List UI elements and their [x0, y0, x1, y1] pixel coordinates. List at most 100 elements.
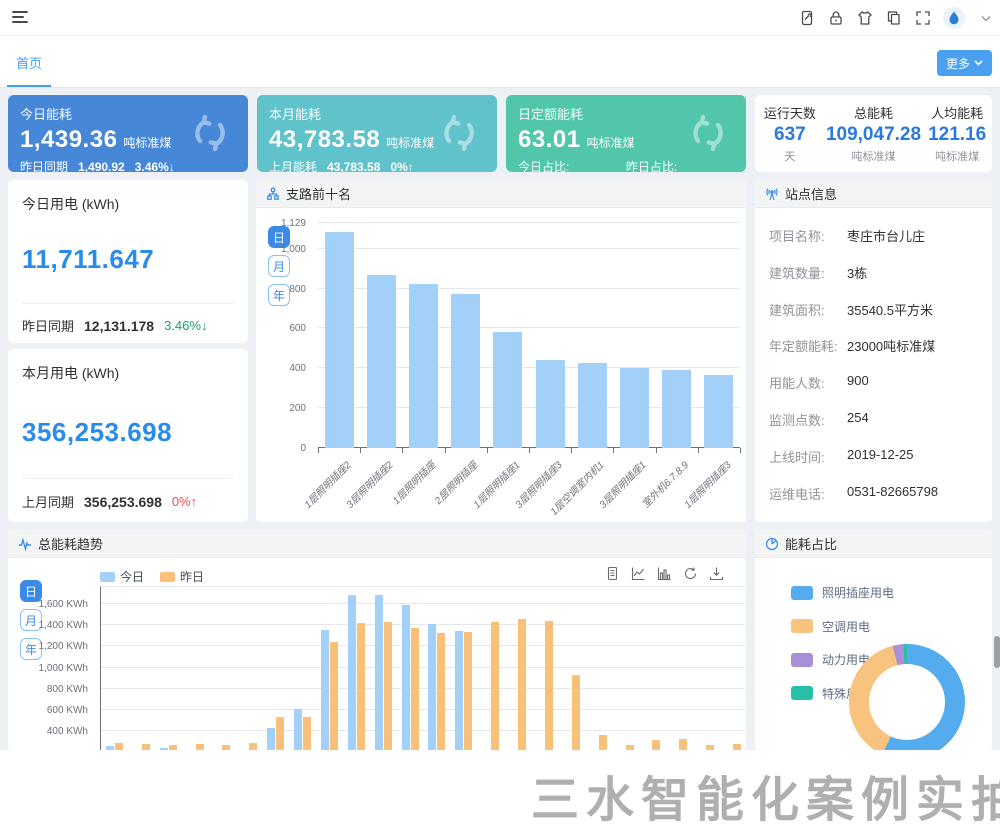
pie-legend-item-空调用电[interactable]: 空调用电: [791, 618, 870, 635]
pie-legend-label: 照明插座用电: [822, 584, 894, 601]
trend-bar-昨日: [572, 675, 580, 750]
pie-panel-header: 能耗占比: [755, 530, 992, 558]
download-icon[interactable]: [709, 566, 724, 581]
tab-home[interactable]: 首页: [16, 37, 42, 87]
x-category-label: 2层照明插座: [430, 457, 480, 507]
y-tick-label: 800 KWh: [47, 684, 88, 695]
avatar[interactable]: [943, 7, 965, 29]
site-row-value: 23000吨标准煤: [847, 336, 935, 355]
stat-per-capita-energy: 人均能耗121.16吨标准煤: [922, 103, 992, 164]
gridline: [101, 709, 745, 710]
branch-bar: [578, 363, 607, 448]
trend-bar-昨日: [518, 619, 526, 750]
data-view-icon[interactable]: [605, 566, 620, 581]
x-category-label: 3层照明插座1: [595, 457, 649, 511]
branch-bar: [325, 232, 354, 448]
gridline: [318, 248, 740, 249]
site-info-row: 项目名称:枣庄市台儿庄: [769, 226, 982, 245]
usage-sub-value: 12,131.178: [84, 318, 154, 334]
kpi-delta: 3.46%↓: [135, 160, 175, 173]
menu-icon[interactable]: [12, 11, 28, 25]
site-info-panel: 站点信息 项目名称:枣庄市台儿庄建筑数量:3栋建筑面积:35540.5平方米年定…: [755, 180, 992, 522]
trend-bar-昨日: [679, 739, 687, 750]
trend-bar-昨日: [626, 745, 634, 750]
branch-bar: [451, 294, 480, 448]
branch-y-axis: 02004006008001,0001,129: [256, 223, 312, 448]
refresh-icon[interactable]: [683, 566, 698, 581]
trend-bar-今日: [348, 595, 356, 750]
more-button[interactable]: 更多: [937, 50, 992, 76]
tabbar: 首页 更多: [0, 37, 1000, 88]
kpi-unit: 吨标准煤: [587, 134, 635, 151]
trend-bar-今日: [294, 709, 302, 750]
trend-bar-昨日: [196, 744, 204, 750]
scrollbar-thumb[interactable]: [994, 636, 1000, 668]
branch-panel-title: 支路前十名: [286, 184, 351, 203]
trend-bar-今日: [375, 595, 383, 750]
topbar-icons: [798, 0, 994, 36]
pie-legend-swatch: [791, 586, 813, 600]
site-row-label: 年定额能耗:: [769, 336, 847, 355]
site-info-row: 建筑数量:3栋: [769, 263, 982, 282]
legend-item-昨日[interactable]: 昨日: [160, 568, 204, 585]
fullscreen-icon[interactable]: [914, 10, 931, 27]
branch-bar: [409, 284, 438, 448]
site-info-row: 用能人数:900: [769, 373, 982, 392]
lock-icon[interactable]: [827, 10, 844, 27]
copy-icon[interactable]: [885, 10, 902, 27]
x-axis-tick: [402, 448, 403, 453]
y-tick-label: 1,400 KWh: [39, 620, 88, 631]
recycle-icon: [435, 109, 483, 157]
x-axis-tick: [318, 448, 319, 453]
usage-value: 356,253.698: [22, 417, 234, 448]
y-tick-label: 600: [289, 323, 306, 334]
trend-chart-plot: [100, 586, 745, 750]
site-info-row: 年定额能耗:23000吨标准煤: [769, 336, 982, 355]
y-tick-label: 1,000: [281, 244, 306, 255]
x-axis-tick: [445, 448, 446, 453]
site-panel-header: 站点信息: [755, 180, 992, 208]
kpi-ratio-today: 今日占比: 2,284.2%: [518, 158, 616, 172]
trend-y-axis: 400 KWh600 KWh800 KWh1,000 KWh1,200 KWh1…: [8, 586, 94, 750]
trend-bar-今日: [455, 631, 463, 750]
pie-legend-swatch: [791, 653, 813, 667]
trend-bar-昨日: [599, 735, 607, 750]
site-row-value: 枣庄市台儿庄: [847, 226, 925, 245]
month-electricity-card: 本月用电 (kWh) 356,253.698 上月同期 356,253.698 …: [8, 349, 248, 522]
energy-trend-panel: 总能耗趋势 今日昨日 日月年 400 KWh600 KWh800 KWh1,00…: [8, 530, 746, 750]
dashboard-content: 今日能耗 1,439.36吨标准煤 昨日同期1,490.923.46%↓ 本月能…: [0, 88, 1000, 750]
line-chart-icon[interactable]: [631, 566, 646, 581]
legend-swatch: [160, 572, 175, 582]
theme-skin-icon[interactable]: [856, 10, 873, 27]
usage-title: 今日用电 (kWh): [22, 194, 234, 214]
legend-item-今日[interactable]: 今日: [100, 568, 144, 585]
branch-icon: [266, 187, 280, 201]
y-tick-label: 200: [289, 403, 306, 414]
trend-bar-昨日: [222, 745, 230, 750]
stats-card: 运行天数637天 总能耗109,047.28吨标准煤 人均能耗121.16吨标准…: [755, 95, 992, 172]
usage-delta: 3.46%↓: [164, 318, 207, 333]
device-tool-icon[interactable]: [798, 10, 815, 27]
bar-chart-icon[interactable]: [657, 566, 672, 581]
legend-swatch: [100, 572, 115, 582]
kpi-card-month-energy: 本月能耗 43,783.58吨标准煤 上月能耗43,783.580%↑: [257, 95, 497, 172]
branch-panel-header: 支路前十名: [256, 180, 746, 208]
x-category-label: 1层空调室内机1: [546, 457, 607, 518]
user-menu-chevron-icon[interactable]: [977, 10, 994, 27]
pie-icon: [765, 537, 779, 551]
pie-legend-item-照明插座用电[interactable]: 照明插座用电: [791, 584, 894, 601]
site-row-label: 建筑数量:: [769, 263, 847, 282]
kpi-sub-label: 昨日同期: [20, 158, 68, 172]
trend-bar-昨日: [491, 622, 499, 750]
pie-legend-item-动力用电[interactable]: 动力用电: [791, 651, 870, 668]
trend-bar-昨日: [733, 744, 741, 750]
kpi-unit: 吨标准煤: [386, 134, 434, 151]
gridline: [101, 730, 745, 731]
tab-home-label: 首页: [16, 53, 42, 72]
trend-bar-昨日: [652, 740, 660, 750]
trend-panel-header: 总能耗趋势: [8, 530, 746, 558]
more-chevron-icon: [974, 60, 983, 66]
site-row-value: 0531-82665798: [847, 484, 938, 503]
y-tick-label: 1,200 KWh: [39, 641, 88, 652]
x-axis-tick: [360, 448, 361, 453]
